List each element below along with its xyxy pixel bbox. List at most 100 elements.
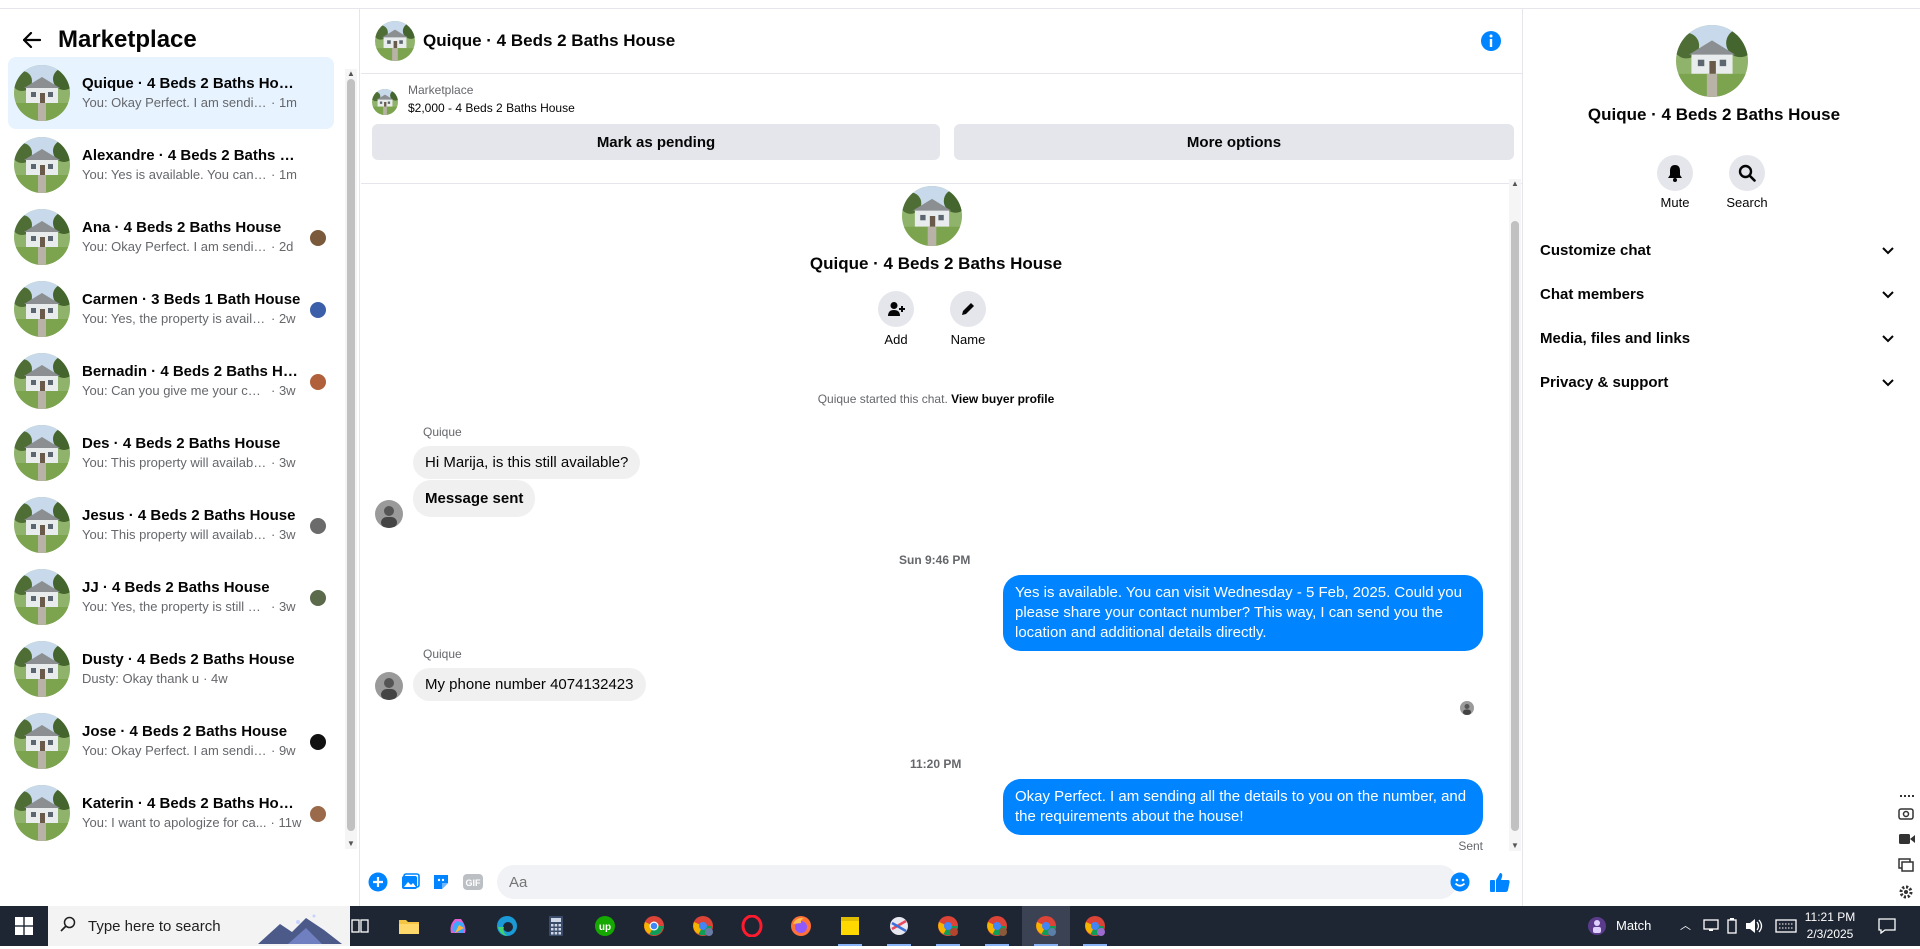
outgoing-message[interactable]: Yes is available. You can visit Wednesda… bbox=[1003, 575, 1483, 651]
conversation-item[interactable]: Bernadin · 4 Beds 2 Baths Ho... You: Can … bbox=[8, 345, 334, 417]
info-icon[interactable] bbox=[1479, 29, 1503, 53]
windows-icon[interactable] bbox=[1898, 858, 1916, 874]
scroll-down-arrow-icon[interactable]: ▼ bbox=[347, 839, 355, 848]
scroll-up-arrow-icon[interactable]: ▲ bbox=[347, 69, 355, 78]
chrome-profile-icon[interactable] bbox=[924, 906, 972, 946]
conversation-name: Des · 4 Beds 2 Baths House bbox=[82, 435, 281, 452]
incoming-message[interactable]: Message sent bbox=[413, 480, 536, 517]
search-button[interactable] bbox=[1729, 155, 1765, 191]
conversation-item[interactable]: Jose · 4 Beds 2 Baths House You: Okay Per… bbox=[8, 705, 334, 777]
scroll-up-arrow-icon[interactable]: ▲ bbox=[1511, 179, 1519, 188]
customize-chat-row[interactable]: Customize chat bbox=[1540, 230, 1894, 270]
mute-button[interactable] bbox=[1657, 155, 1693, 191]
sticker-icon[interactable] bbox=[430, 871, 452, 893]
conversation-item[interactable]: Carmen · 3 Beds 1 Bath House You: Yes, th… bbox=[8, 273, 334, 345]
mute-label: Mute bbox=[1660, 195, 1690, 210]
name-label: Name bbox=[950, 332, 986, 347]
gif-icon[interactable]: GIF bbox=[462, 871, 484, 893]
notification-icon[interactable] bbox=[1878, 918, 1896, 939]
conversation-name: Ana · 4 Beds 2 Baths House bbox=[82, 219, 282, 236]
file-explorer-icon[interactable] bbox=[385, 906, 433, 946]
conversation-item[interactable]: Des · 4 Beds 2 Baths House You: This prop… bbox=[8, 417, 334, 489]
scroll-down-arrow-icon[interactable]: ▼ bbox=[1511, 841, 1519, 850]
outgoing-message[interactable]: Okay Perfect. I am sending all the detai… bbox=[1003, 779, 1483, 835]
conversation-subtitle: You: Yes, the property is availabl... · 2… bbox=[82, 310, 302, 328]
conversation-item[interactable]: Dusty · 4 Beds 2 Baths House Dusty: Okay … bbox=[8, 633, 334, 705]
view-buyer-profile-link[interactable]: View buyer profile bbox=[951, 392, 1054, 406]
weather-text[interactable]: Match bbox=[1616, 918, 1651, 933]
emoji-icon[interactable] bbox=[1449, 871, 1471, 893]
conversation-item[interactable]: Alexandre · 4 Beds 2 Baths House You: Yes… bbox=[8, 129, 334, 201]
conversation-time: · 9w bbox=[271, 743, 296, 758]
privacy-support-row[interactable]: Privacy & support bbox=[1540, 362, 1894, 402]
opera-icon[interactable] bbox=[728, 906, 776, 946]
taskbar-search-box[interactable]: Type here to search bbox=[48, 906, 350, 946]
message-input[interactable] bbox=[497, 865, 1457, 899]
timestamp: Sun 9:46 PM bbox=[899, 553, 971, 567]
chat-title[interactable]: Quique · 4 Beds 2 Baths House bbox=[423, 31, 675, 51]
weather-icon[interactable] bbox=[1586, 916, 1608, 941]
plus-icon[interactable] bbox=[367, 871, 389, 893]
upwork-icon[interactable]: up bbox=[581, 906, 629, 946]
volume-icon[interactable] bbox=[1745, 918, 1763, 939]
conversation-item[interactable]: JJ · 4 Beds 2 Baths House You: Yes, the p… bbox=[8, 561, 334, 633]
chat-scroll-thumb[interactable] bbox=[1511, 221, 1519, 831]
chrome-profile-icon[interactable] bbox=[1071, 906, 1119, 946]
start-button[interactable] bbox=[0, 906, 48, 946]
video-icon[interactable] bbox=[1898, 832, 1916, 848]
system-clock[interactable]: 11:21 PM 2/3/2025 bbox=[1790, 909, 1870, 943]
conversation-item[interactable]: Jesus · 4 Beds 2 Baths House You: This pr… bbox=[8, 489, 334, 561]
listing-thumbnail[interactable] bbox=[372, 89, 398, 115]
conversation-preview: You: Okay Perfect. I am sending all... bbox=[82, 95, 267, 110]
conversation-preview: You: Okay Perfect. I am sending ... bbox=[82, 743, 267, 758]
network-icon[interactable] bbox=[1703, 918, 1719, 937]
conversation-text: Jose · 4 Beds 2 Baths House You: Okay Per… bbox=[82, 722, 302, 760]
conversation-text: Jesus · 4 Beds 2 Baths House You: This pr… bbox=[82, 506, 302, 544]
battery-icon[interactable] bbox=[1725, 918, 1739, 939]
chat-members-row[interactable]: Chat members bbox=[1540, 274, 1894, 314]
firefox-icon[interactable] bbox=[777, 906, 825, 946]
marketplace-label: Marketplace bbox=[408, 83, 474, 97]
snipping-tool-icon[interactable] bbox=[875, 906, 923, 946]
row-label: Media, files and links bbox=[1540, 329, 1691, 347]
edge-icon[interactable] bbox=[483, 906, 531, 946]
conversation-item[interactable]: Katerin · 4 Beds 2 Baths House You: I wan… bbox=[8, 777, 334, 849]
more-options-button[interactable]: More options bbox=[954, 124, 1514, 160]
details-avatar[interactable] bbox=[1676, 25, 1748, 97]
clock-date: 2/3/2025 bbox=[1806, 927, 1854, 941]
sidebar-scrollbar[interactable]: ▲ ▼ bbox=[345, 69, 357, 849]
link-icon[interactable] bbox=[1898, 788, 1916, 804]
thumbs-up-icon[interactable] bbox=[1489, 871, 1511, 893]
photo-icon[interactable] bbox=[399, 871, 421, 893]
conversation-name: Katerin · 4 Beds 2 Baths House bbox=[82, 795, 302, 812]
chevron-up-icon[interactable]: ︿ bbox=[1680, 917, 1691, 933]
conversation-time: · 3w bbox=[271, 599, 296, 614]
conversation-item[interactable]: Ana · 4 Beds 2 Baths House You: Okay Perf… bbox=[8, 201, 334, 273]
incoming-message[interactable]: My phone number 4074132423 bbox=[413, 668, 646, 701]
edit-name-button[interactable] bbox=[950, 291, 986, 327]
chrome-profile-icon[interactable] bbox=[1022, 906, 1070, 946]
sticky-notes-icon[interactable] bbox=[826, 906, 874, 946]
mark-pending-button[interactable]: Mark as pending bbox=[372, 124, 940, 160]
chrome-profile-icon[interactable] bbox=[679, 906, 727, 946]
task-view-icon[interactable] bbox=[336, 906, 384, 946]
camera-icon[interactable] bbox=[1898, 806, 1916, 822]
conversation-avatar bbox=[14, 65, 70, 121]
chrome-icon[interactable] bbox=[630, 906, 678, 946]
calculator-icon[interactable] bbox=[532, 906, 580, 946]
conversation-item[interactable]: Quique · 4 Beds 2 Baths House You: Okay P… bbox=[8, 57, 334, 129]
back-arrow-icon[interactable] bbox=[18, 26, 46, 54]
copilot-icon[interactable] bbox=[434, 906, 482, 946]
incoming-message[interactable]: Hi Marija, is this still available? bbox=[413, 446, 641, 479]
row-label: Privacy & support bbox=[1540, 373, 1669, 391]
add-people-button[interactable] bbox=[878, 291, 914, 327]
chat-avatar[interactable] bbox=[375, 21, 415, 61]
windows-taskbar: Type here to search up Match ︿ 11:21 PM … bbox=[0, 906, 1920, 946]
sidebar-scroll-thumb[interactable] bbox=[347, 79, 355, 831]
media-files-links-row[interactable]: Media, files and links bbox=[1540, 318, 1894, 358]
listing-title[interactable]: $2,000 - 4 Beds 2 Baths House bbox=[408, 101, 575, 115]
chat-scrollbar[interactable]: ▲ ▼ bbox=[1509, 179, 1521, 851]
chrome-profile-icon[interactable] bbox=[973, 906, 1021, 946]
settings-gear-icon[interactable] bbox=[1898, 884, 1916, 900]
intro-avatar bbox=[902, 186, 962, 246]
